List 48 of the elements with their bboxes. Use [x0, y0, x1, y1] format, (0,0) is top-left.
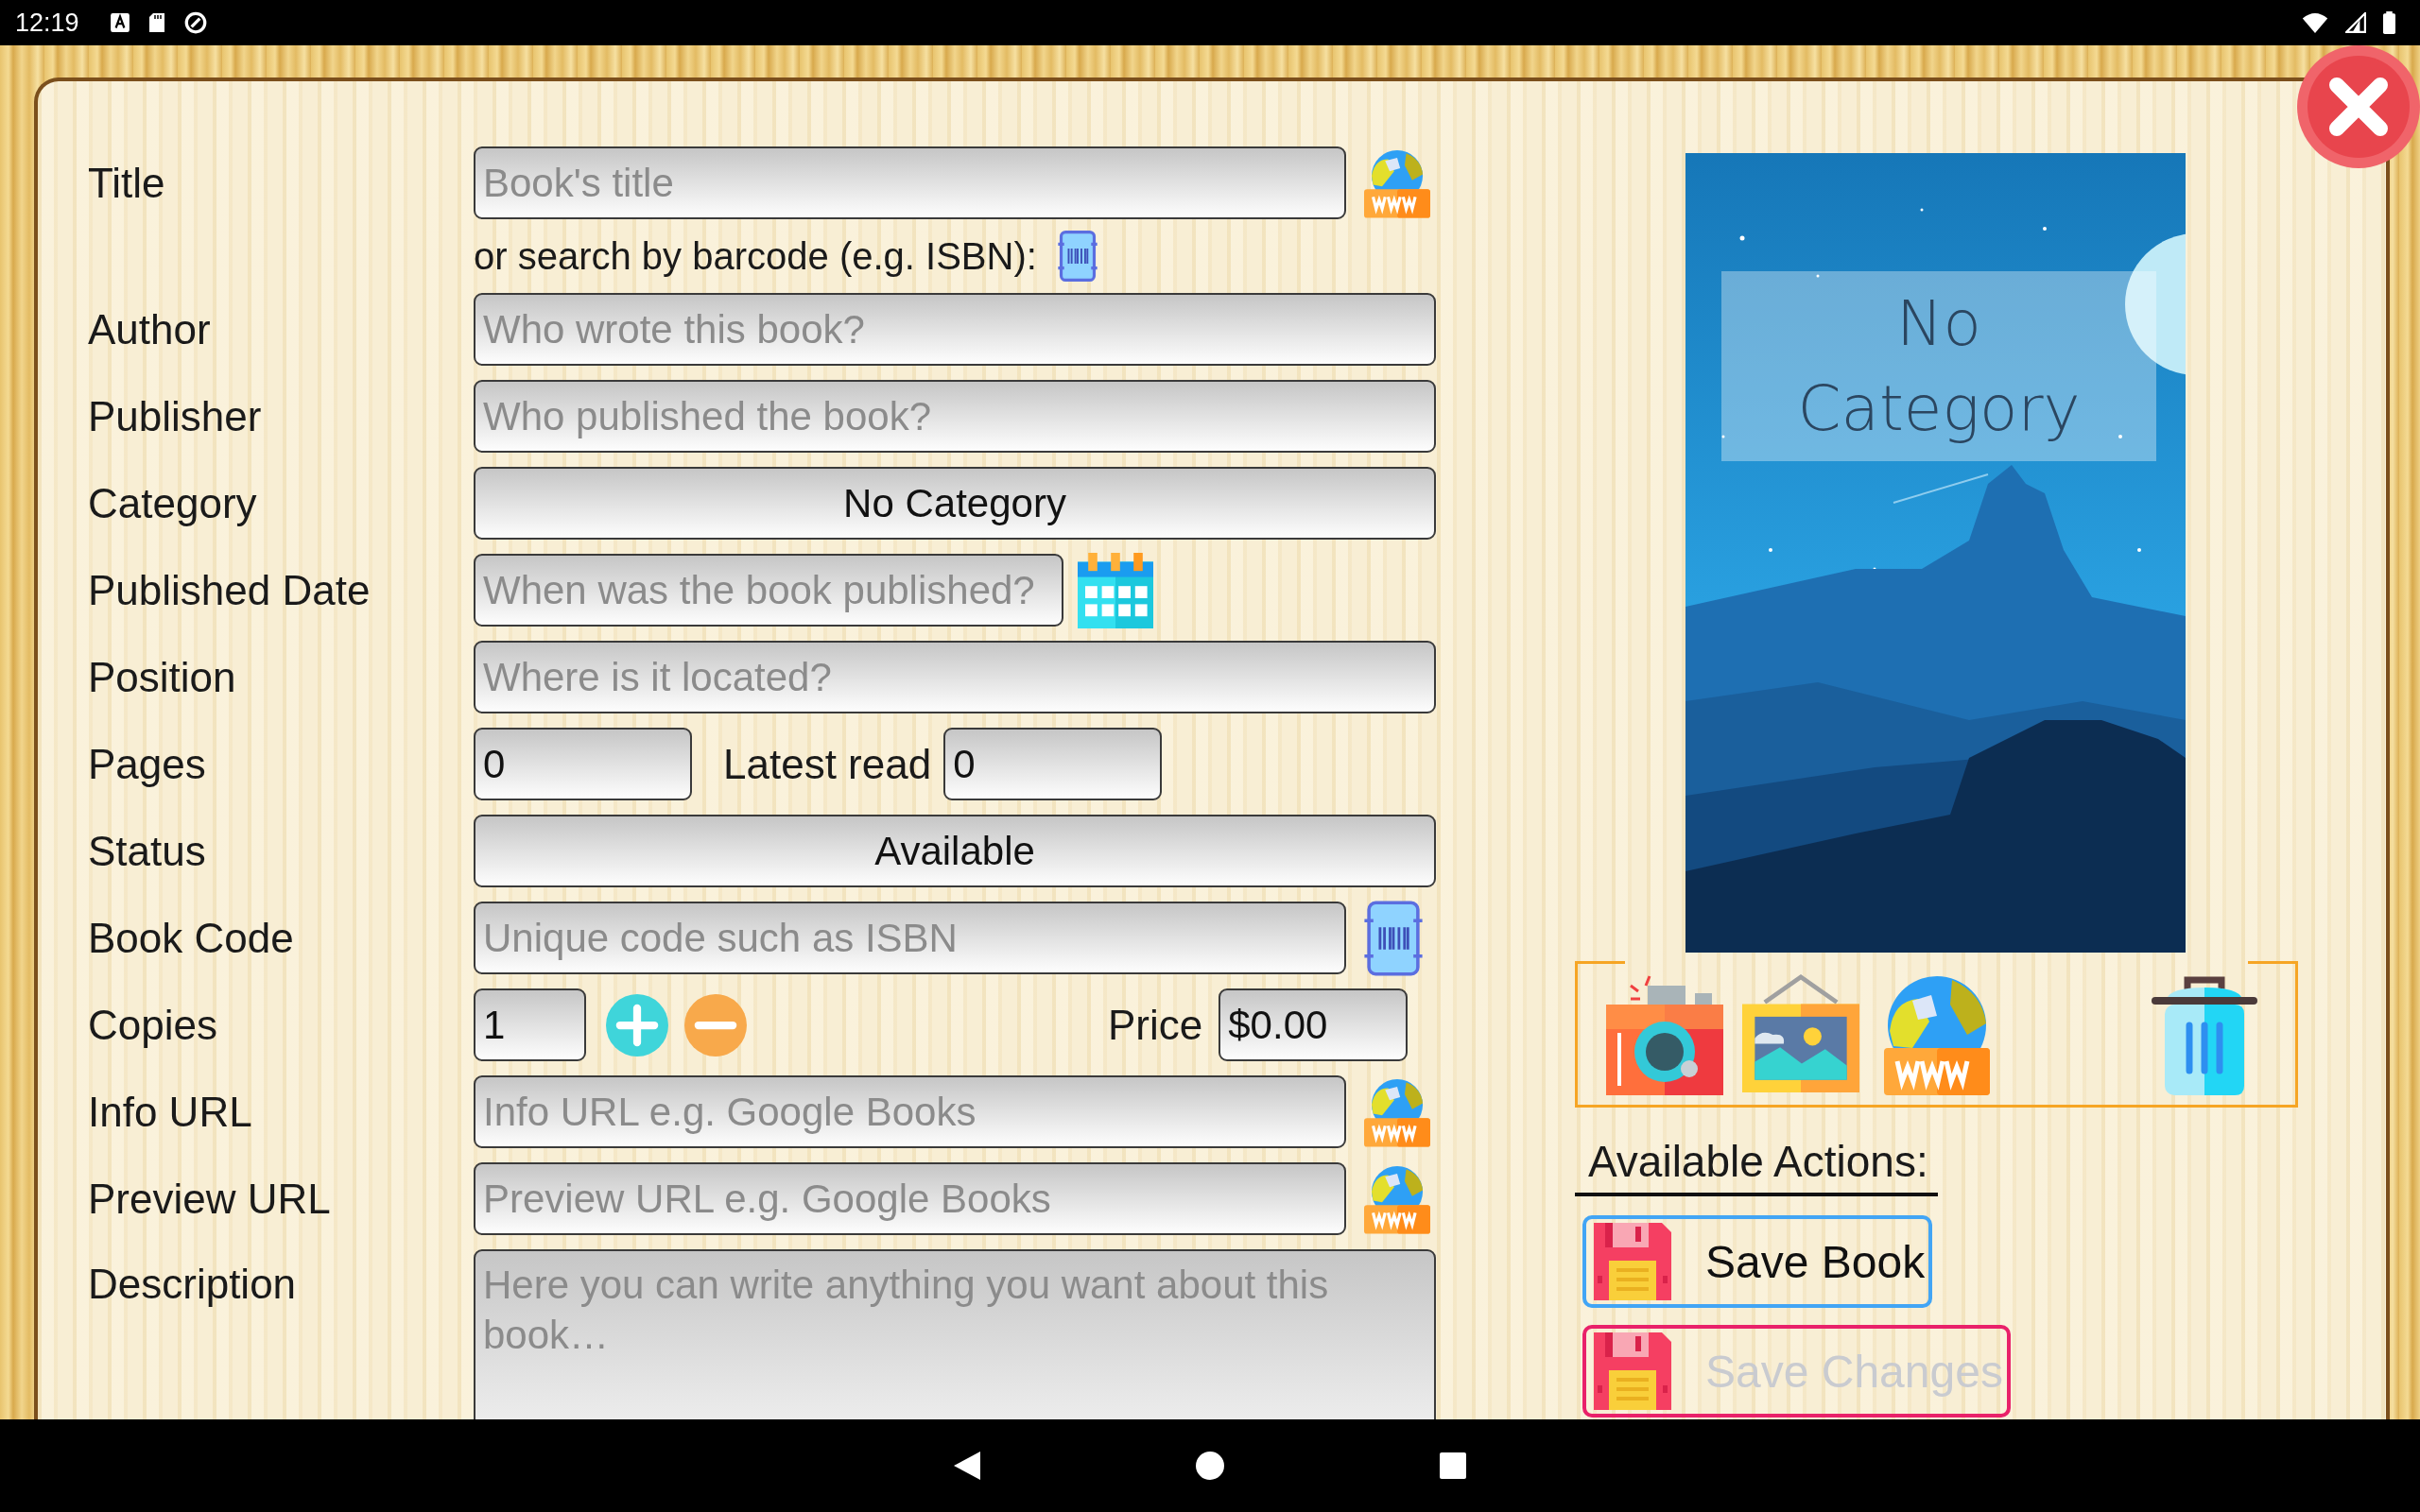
field-label: Title [88, 159, 166, 207]
battery-icon [2383, 11, 2395, 34]
field-label: Preview URL [88, 1175, 332, 1223]
text-field[interactable]: Who wrote this book? [474, 293, 1436, 366]
field-label: Position [88, 653, 237, 701]
barcode-scanner-icon[interactable] [1362, 900, 1425, 976]
dropdown[interactable]: Available [474, 815, 1436, 887]
picture-frame-icon[interactable] [1742, 972, 1859, 1095]
field-label: Status [88, 827, 207, 875]
sd-card-icon [147, 12, 166, 33]
dropdown[interactable]: No Category [474, 467, 1436, 540]
text-field[interactable]: Info URL e.g. Google Books [474, 1075, 1346, 1148]
data-saver-icon [182, 10, 208, 35]
font-icon [109, 12, 130, 33]
field-label: Author [88, 305, 212, 353]
barcode-hint: or search by barcode (e.g. ISBN): [474, 234, 1037, 278]
field-label: Category [88, 479, 258, 527]
field-label: Latest read [723, 740, 932, 788]
field-label: Copies [88, 1001, 218, 1049]
text-field[interactable]: Book's title [474, 146, 1346, 219]
field-label: Publisher [88, 392, 263, 440]
back-icon[interactable] [954, 1452, 980, 1480]
signal-icon [2345, 12, 2366, 33]
field-label: Book Code [88, 914, 295, 962]
calendar-icon[interactable] [1078, 552, 1153, 628]
cover-title: No Category [1796, 286, 2082, 447]
close-icon[interactable] [2297, 45, 2420, 168]
description-field[interactable]: Here you can write anything you want about this book… [474, 1249, 1436, 1419]
field-label: Description [88, 1260, 298, 1308]
clock-time: 12:19 [15, 8, 79, 38]
price-field[interactable]: $0.00 [1219, 988, 1409, 1061]
text-field[interactable]: Unique code such as ISBN [474, 902, 1346, 974]
field-label: Price [1108, 1001, 1203, 1049]
barcode-scanner-icon[interactable] [1055, 231, 1099, 282]
number-field[interactable]: 1 [474, 988, 586, 1061]
section-heading: Available Actions: [1575, 1136, 1938, 1196]
wifi-icon [2302, 12, 2328, 33]
home-icon[interactable] [1196, 1452, 1224, 1480]
field-label: Info URL [88, 1088, 253, 1136]
field-label: Pages [88, 740, 207, 788]
text-field[interactable]: Who published the book? [474, 380, 1436, 453]
number-field[interactable]: 0 [474, 728, 692, 800]
date-field[interactable]: When was the book published? [474, 554, 1063, 627]
field-label: Published Date [88, 566, 372, 614]
text-field[interactable]: Where is it located? [474, 641, 1436, 713]
number-field[interactable]: 0 [943, 728, 1163, 800]
save-button[interactable]: Save Book [1582, 1215, 1933, 1308]
text-field[interactable]: Preview URL e.g. Google Books [474, 1162, 1346, 1235]
